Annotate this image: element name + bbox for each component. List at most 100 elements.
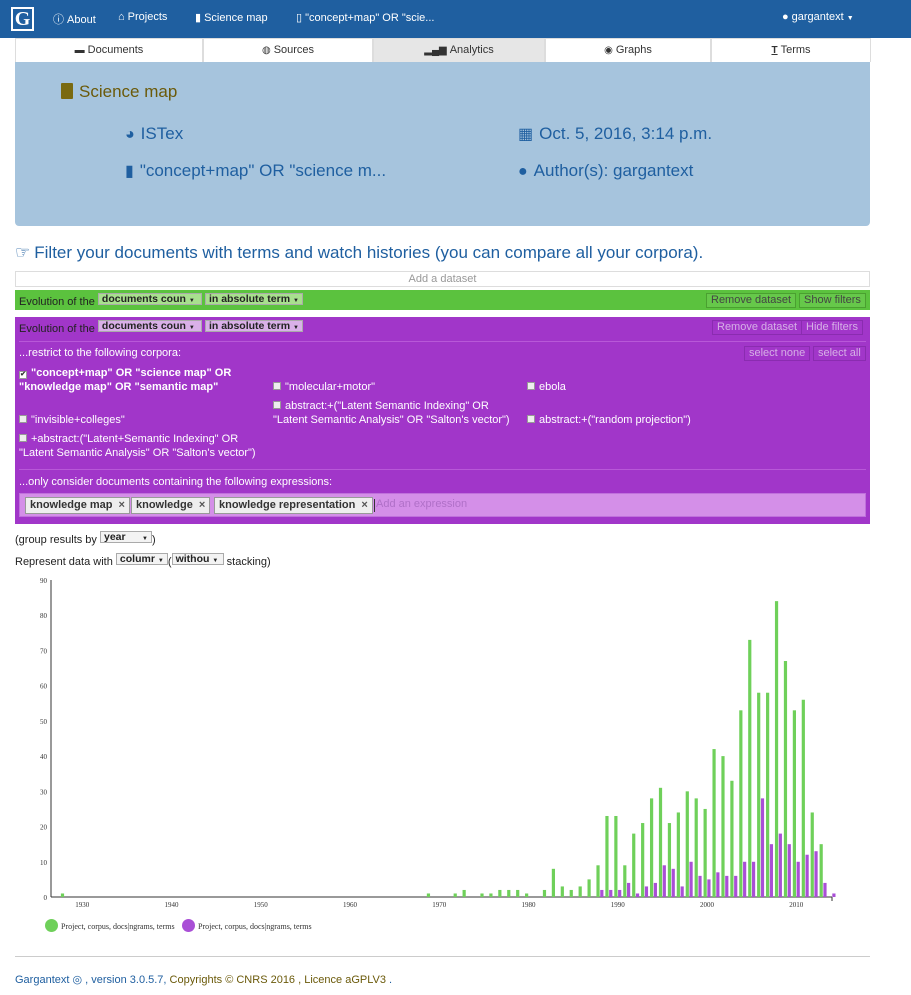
footer-licence-link[interactable]: Licence aGPLV3 [304,974,386,986]
select-none-button[interactable]: select none [744,346,811,361]
tab-terms[interactable]: T Terms [711,38,871,62]
expression-tag[interactable]: knowledge representation × [214,497,373,514]
tab-label: Documents [87,44,144,56]
chart-bar [805,854,809,897]
legend-swatch-icon [182,919,195,932]
measure-value: documents coun [101,320,186,332]
corpus-checkbox[interactable]: abstract:+("Latent Semantic Indexing" OR… [273,399,523,427]
tag-label: knowledge map [30,499,113,511]
file-icon: ▮ [125,163,134,180]
corpus-checkbox[interactable]: ebola [527,380,767,394]
legend-label: Project, corpus, docs|ngrams, terms [198,922,312,931]
chart-type-select[interactable]: columr ▼ [115,553,168,565]
chart-bar [671,868,675,897]
remove-tag-icon[interactable]: × [119,499,125,511]
footer: Gargantext ◎ , version 3.0.5.7, Copyrigh… [15,973,392,986]
corpus-checkbox[interactable]: +abstract:("Latent+Semantic Indexing" OR… [19,432,269,460]
nav-projects[interactable]: ⌂ Projects [118,11,167,23]
remove-tag-icon[interactable]: × [361,499,367,511]
chart-bar [516,889,520,897]
restrict-label: ...restrict to the following corpora: [19,347,182,359]
tab-documents[interactable]: ▬ Documents [15,38,203,62]
legend-item-green[interactable]: Project, corpus, docs|ngrams, terms [45,919,175,932]
chart-type-value: columr [119,553,155,565]
footer-org-link[interactable]: CNRS 2016 , [236,974,301,986]
tab-analytics[interactable]: ▂▄▆ Analytics [373,38,545,62]
expressions-label: ...only consider documents containing th… [19,476,333,488]
x-tick-label: 1930 [75,901,90,909]
chart-bar [676,812,680,897]
chart-bar [760,798,765,897]
chart-bar [609,889,613,897]
measure-select[interactable]: documents coun ▼ [97,293,202,305]
divider [19,469,866,470]
corpus-checkbox[interactable]: "invisible+colleges" [19,413,259,427]
gargantext-logo[interactable]: G [11,7,34,31]
chart-bar [792,710,796,897]
signal-icon: ▂▄▆ [424,45,447,56]
stacking-select[interactable]: withou ▼ [171,553,224,565]
expression-placeholder: Add an expression [376,498,468,510]
legend-item-purple[interactable]: Project, corpus, docs|ngrams, terms [182,919,312,932]
source-text: ISTex [140,124,184,143]
expression-tag[interactable]: knowledge map × [25,497,130,514]
tab-graphs[interactable]: ◉ Graphs [545,38,711,62]
mode-select[interactable]: in absolute term ▼ [204,320,303,332]
nav-science-map[interactable]: ▮ Science map [195,11,268,24]
footer-app-link[interactable]: Gargantext [15,974,69,986]
expression-tag[interactable]: knowledge × [131,497,211,514]
remove-dataset-button[interactable]: Remove dataset [712,320,803,335]
stacking-value: withou [175,553,210,565]
info-icon: ⓘ [53,14,64,26]
chart-bar [600,889,604,897]
corpus-checkbox[interactable]: ✔ "concept+map" OR "science map" OR "know… [19,366,259,394]
footer-copyright-link[interactable]: Copyrights [170,974,223,986]
add-dataset-button[interactable]: Add a dataset [15,271,870,287]
x-tick-label: 1990 [611,901,626,909]
hide-filters-button[interactable]: Hide filters [801,320,863,335]
nav-science-map-label: Science map [204,12,268,24]
select-all-button[interactable]: select all [813,346,866,361]
nav-corpus[interactable]: ▯ "concept+map" OR "scie... [296,11,434,24]
chart-bar [623,865,627,897]
chart-bar [819,844,823,897]
corpus-checkbox[interactable]: abstract:+("random projection") [527,413,787,427]
chart-bar [60,893,65,897]
text-icon: T [771,45,778,56]
group-by-select[interactable]: year ▼ [100,531,152,543]
query-info: ▮ "concept+map" OR "science m... [125,161,386,181]
chart-bar [426,893,431,897]
measure-select[interactable]: documents coun ▼ [97,320,202,332]
y-tick-label: 10 [40,859,48,867]
remove-tag-icon[interactable]: × [199,499,205,511]
chart-bar [739,710,743,897]
chart-bar [614,815,618,897]
chart-bar [703,808,707,897]
chart-bar [725,875,729,897]
x-tick-label: 1950 [254,901,269,909]
caret-down-icon: ▼ [846,15,854,22]
group-prefix: (group results by [15,534,97,546]
chart-bar [578,886,582,897]
tab-label: Graphs [615,44,652,56]
nav-about[interactable]: ⓘ About [53,11,96,27]
home-icon: ⌂ [118,11,125,23]
mode-select[interactable]: in absolute term ▼ [204,293,303,305]
corpus-checkbox[interactable]: "molecular+motor" [273,380,513,394]
corpus-label: "concept+map" OR "science map" OR "knowl… [19,367,232,393]
chart-bar [774,601,779,897]
query-text: "concept+map" OR "science m... [139,161,387,180]
folder-open-icon: ▬ [74,45,85,56]
user-menu[interactable]: ● gargantext ▼ [782,11,854,23]
chart-bar [560,886,564,897]
remove-dataset-button[interactable]: Remove dataset [706,293,797,308]
y-tick-label: 40 [40,753,48,761]
author-text: Author(s): gargantext [533,161,694,180]
tab-sources[interactable]: ◍ Sources [203,38,373,62]
chart-bar [644,886,649,897]
expressions-input[interactable]: knowledge map × knowledge × knowledge repr… [19,493,866,517]
date-text: Oct. 5, 2016, 3:14 p.m. [539,124,713,143]
show-filters-button[interactable]: Show filters [799,293,866,308]
book-icon: ▮ [195,12,202,24]
checkbox-icon [527,415,535,423]
